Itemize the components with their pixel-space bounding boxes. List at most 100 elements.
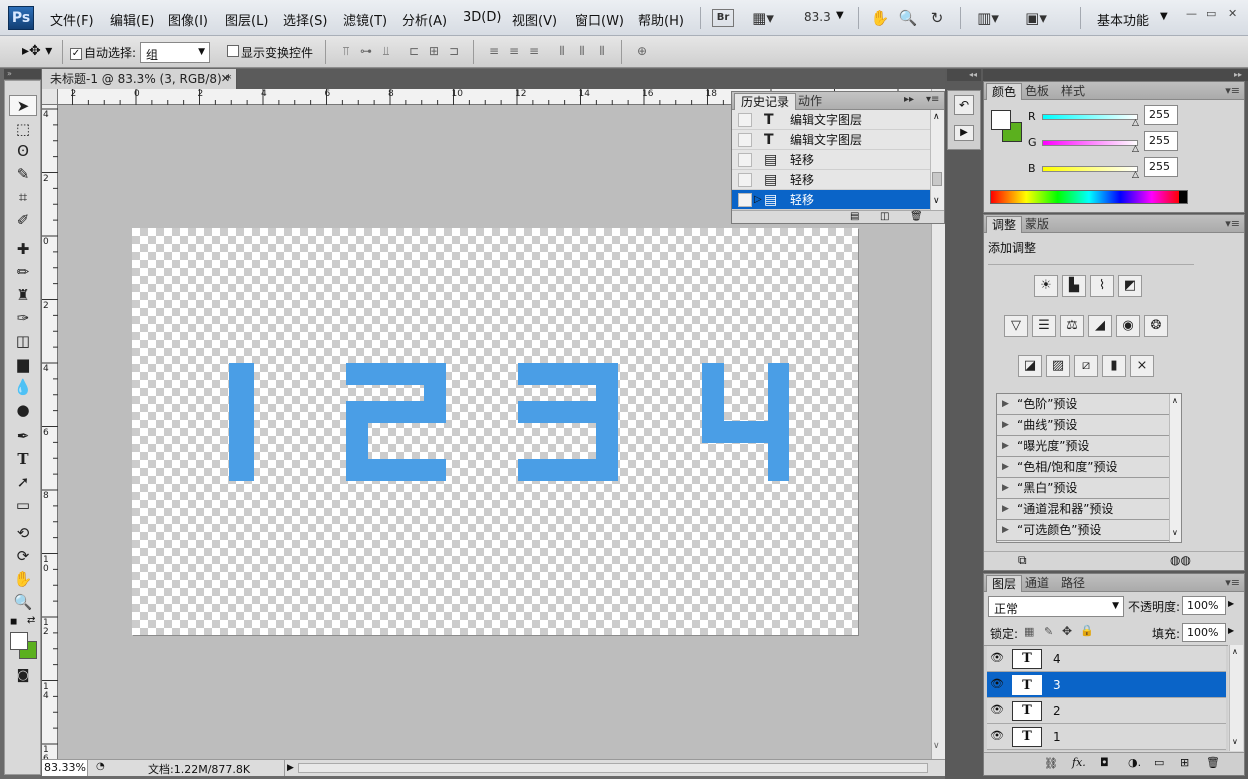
photo-filter-icon[interactable]: ◉ <box>1116 315 1140 337</box>
menu-item[interactable]: 分析(A) <box>402 10 447 29</box>
new-document-from-state-icon[interactable]: ▤ <box>850 211 859 222</box>
scroll-up-icon[interactable]: ∧ <box>933 112 940 122</box>
layers-scrollbar[interactable]: ∧ ∨ <box>1229 645 1243 751</box>
fill-arrow-icon[interactable]: ▶ <box>1228 626 1234 635</box>
history-brush-source-toggle[interactable] <box>738 173 752 187</box>
add-mask-icon[interactable]: ◘ <box>1100 756 1109 769</box>
adjustment-preset-item[interactable]: ▶ “通道混和器”预设 <box>997 499 1169 520</box>
foreground-color-swatch[interactable] <box>991 110 1011 130</box>
hand-tool-icon[interactable]: ✋ <box>870 8 890 28</box>
zoom-tool-icon[interactable]: 🔍 <box>9 592 37 613</box>
history-state[interactable]: T 编辑文字图层 <box>732 130 930 150</box>
align-left-icon[interactable]: ⊏ <box>405 44 423 60</box>
tab-layers[interactable]: 图层 <box>986 575 1023 592</box>
bridge-button[interactable]: Br <box>712 9 734 27</box>
workspace-switcher[interactable]: 基本功能 <box>1097 10 1149 29</box>
rotate-view-icon[interactable]: ↻ <box>926 8 948 28</box>
scroll-down-icon[interactable]: ∨ <box>1172 528 1178 537</box>
marquee-tool-icon[interactable]: ⬚ <box>9 119 37 140</box>
auto-select-checkbox[interactable]: ✓ <box>70 45 82 60</box>
menu-item[interactable]: 帮助(H) <box>638 10 684 29</box>
ruler-origin[interactable] <box>42 89 58 105</box>
collapse-panel-icon[interactable]: ▸▸ <box>904 94 914 105</box>
clip-to-layer-icon[interactable]: ◍◍ <box>1170 553 1191 567</box>
presets-scrollbar[interactable]: ∧ ∨ <box>1169 394 1181 542</box>
color-balance-icon[interactable]: ⚖ <box>1060 315 1084 337</box>
fill-input[interactable]: 100% <box>1182 623 1226 642</box>
scroll-up-icon[interactable]: ∧ <box>1172 396 1178 405</box>
panel-menu-icon[interactable]: ▾≡ <box>926 94 939 105</box>
new-adjustment-layer-icon[interactable]: ◑. <box>1128 756 1141 769</box>
vertical-ruler[interactable]: 420246810121416 <box>42 105 58 764</box>
distribute-left-icon[interactable]: ⦀ <box>553 44 571 60</box>
history-brush-tool-icon[interactable]: ✑ <box>9 308 37 329</box>
maximize-button[interactable]: ▭ <box>1206 7 1216 20</box>
new-layer-icon[interactable]: ⊞ <box>1180 756 1189 769</box>
eye-icon[interactable]: 👁 <box>990 651 1004 665</box>
arrange-documents-icon[interactable]: ▥▾ <box>970 8 1006 28</box>
expand-triangle-icon[interactable]: ▶ <box>1002 478 1009 498</box>
menu-item[interactable]: 文件(F) <box>50 10 94 29</box>
selective-color-icon[interactable]: ⨯ <box>1130 355 1154 377</box>
screen-mode-icon[interactable]: ▣▾ <box>1018 8 1054 28</box>
3d-rotate-tool-icon[interactable]: ⟲ <box>9 523 37 544</box>
text-layer-2[interactable]: 2 <box>132 228 446 481</box>
status-info-icon[interactable]: ◔ <box>96 761 105 772</box>
layer-row[interactable]: 👁 T 3 <box>987 672 1226 698</box>
collapse-dock-icon[interactable]: ◂◂ <box>947 69 981 81</box>
menu-item[interactable]: 选择(S) <box>283 10 327 29</box>
gradient-tool-icon[interactable]: ▆ <box>9 354 37 375</box>
eraser-tool-icon[interactable]: ◫ <box>9 331 37 352</box>
history-panel-icon[interactable]: ↶ <box>954 95 974 115</box>
blend-mode-dropdown[interactable]: 正常 ▼ <box>988 596 1124 617</box>
new-group-icon[interactable]: ▭ <box>1154 756 1164 769</box>
type-tool-icon[interactable]: T <box>9 449 37 470</box>
menu-item[interactable]: 视图(V) <box>512 10 557 29</box>
expand-triangle-icon[interactable]: ▶ <box>1002 415 1009 435</box>
scroll-thumb[interactable] <box>932 172 942 186</box>
panel-menu-icon[interactable]: ▾≡ <box>1225 576 1240 589</box>
close-tab-icon[interactable]: ✕ <box>221 69 230 89</box>
scroll-down-icon[interactable]: ∨ <box>1232 737 1238 746</box>
delete-state-icon[interactable]: 🗑 <box>910 211 923 222</box>
menu-item[interactable]: 编辑(E) <box>110 10 154 29</box>
tab-actions[interactable]: 动作 <box>792 93 828 110</box>
lock-all-icon[interactable]: 🔒 <box>1080 624 1094 637</box>
expand-triangle-icon[interactable]: ▶ <box>1002 499 1009 519</box>
quick-mask-icon[interactable]: ◙ <box>9 665 37 686</box>
clone-stamp-tool-icon[interactable]: ♜ <box>9 285 37 306</box>
scroll-down-icon[interactable]: ∨ <box>933 741 940 751</box>
zoom-field[interactable]: 83.33% <box>42 760 88 776</box>
channel-value-input[interactable]: 255 <box>1144 157 1178 177</box>
distribute-top-icon[interactable]: ≡ <box>485 44 503 60</box>
levels-icon[interactable]: ▙ <box>1062 275 1086 297</box>
align-right-icon[interactable]: ⊐ <box>445 44 463 60</box>
black-white-icon[interactable]: ◢ <box>1088 315 1112 337</box>
swap-colors-icon[interactable]: ⇄ <box>27 615 35 626</box>
lock-transparent-icon[interactable]: ▦ <box>1024 625 1034 638</box>
align-vcenter-icon[interactable]: ⊶ <box>357 44 375 60</box>
toolbar-collapse-icon[interactable]: » <box>4 69 41 79</box>
link-layers-icon[interactable]: ⛓ <box>1044 757 1058 770</box>
hue-saturation-icon[interactable]: ☰ <box>1032 315 1056 337</box>
foreground-color-swatch[interactable] <box>10 632 28 650</box>
hand-tool-icon[interactable]: ✋ <box>9 569 37 590</box>
snapshot-icon[interactable]: ◫ <box>880 211 889 222</box>
lasso-tool-icon[interactable]: ʘ <box>9 141 37 162</box>
expand-triangle-icon[interactable]: ▶ <box>1002 394 1009 414</box>
mini-bridge-icon[interactable]: ▦▾ <box>748 8 778 28</box>
delete-layer-icon[interactable]: 🗑 <box>1206 756 1220 769</box>
panel-menu-icon[interactable]: ▾≡ <box>1225 84 1240 97</box>
return-to-list-icon[interactable]: ⧉ <box>1018 553 1027 568</box>
channel-value-input[interactable]: 255 <box>1144 131 1178 151</box>
tab-channels[interactable]: 通道 <box>1020 575 1054 592</box>
menu-item[interactable]: 图像(I) <box>168 10 208 29</box>
actions-panel-icon[interactable]: ▶ <box>954 125 974 141</box>
history-brush-source-toggle[interactable] <box>738 193 752 207</box>
layer-row[interactable]: 👁 T 2 <box>987 698 1226 724</box>
expand-triangle-icon[interactable]: ▶ <box>1002 436 1009 456</box>
menu-item[interactable]: 图层(L) <box>225 10 268 29</box>
zoom-dropdown-icon[interactable]: ▼ <box>836 10 844 21</box>
brush-tool-icon[interactable]: ✏ <box>9 262 37 283</box>
adjustment-preset-item[interactable]: ▶ “色相/饱和度”预设 <box>997 457 1169 478</box>
